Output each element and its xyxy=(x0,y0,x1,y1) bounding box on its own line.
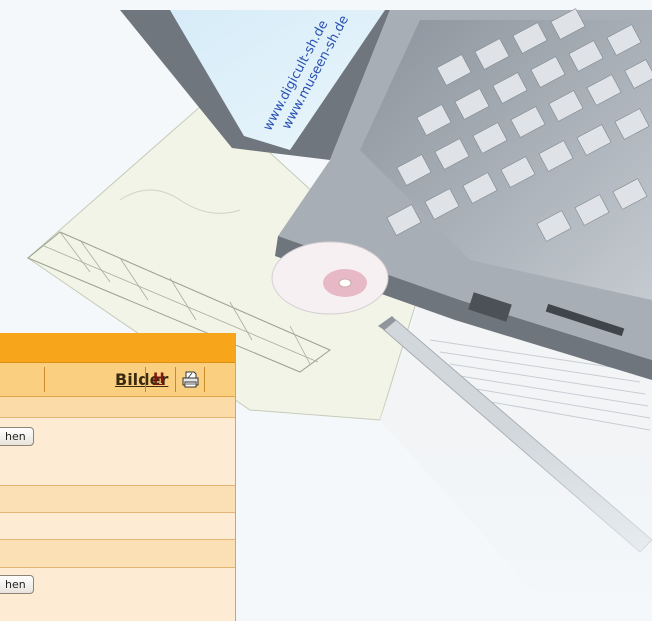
table-row xyxy=(0,486,235,513)
back-to-top-button-bottom[interactable]: hen xyxy=(0,575,34,594)
back-to-top-button[interactable]: hen xyxy=(0,427,34,446)
table-row: hen xyxy=(0,418,235,486)
help-link[interactable]: H xyxy=(153,371,165,387)
content-panel: Bilder H hen hen xyxy=(0,333,236,621)
tab-divider xyxy=(145,367,146,392)
table-row xyxy=(0,540,235,568)
tab-divider xyxy=(175,367,176,392)
panel-header-bar xyxy=(0,333,235,363)
table-row: hen xyxy=(0,568,235,601)
tab-divider xyxy=(44,367,45,392)
table-row xyxy=(0,513,235,540)
tab-bar: Bilder H xyxy=(0,363,235,397)
table-row xyxy=(0,397,235,418)
printer-icon xyxy=(182,371,199,388)
print-button[interactable] xyxy=(180,369,201,390)
tab-divider xyxy=(204,367,205,392)
